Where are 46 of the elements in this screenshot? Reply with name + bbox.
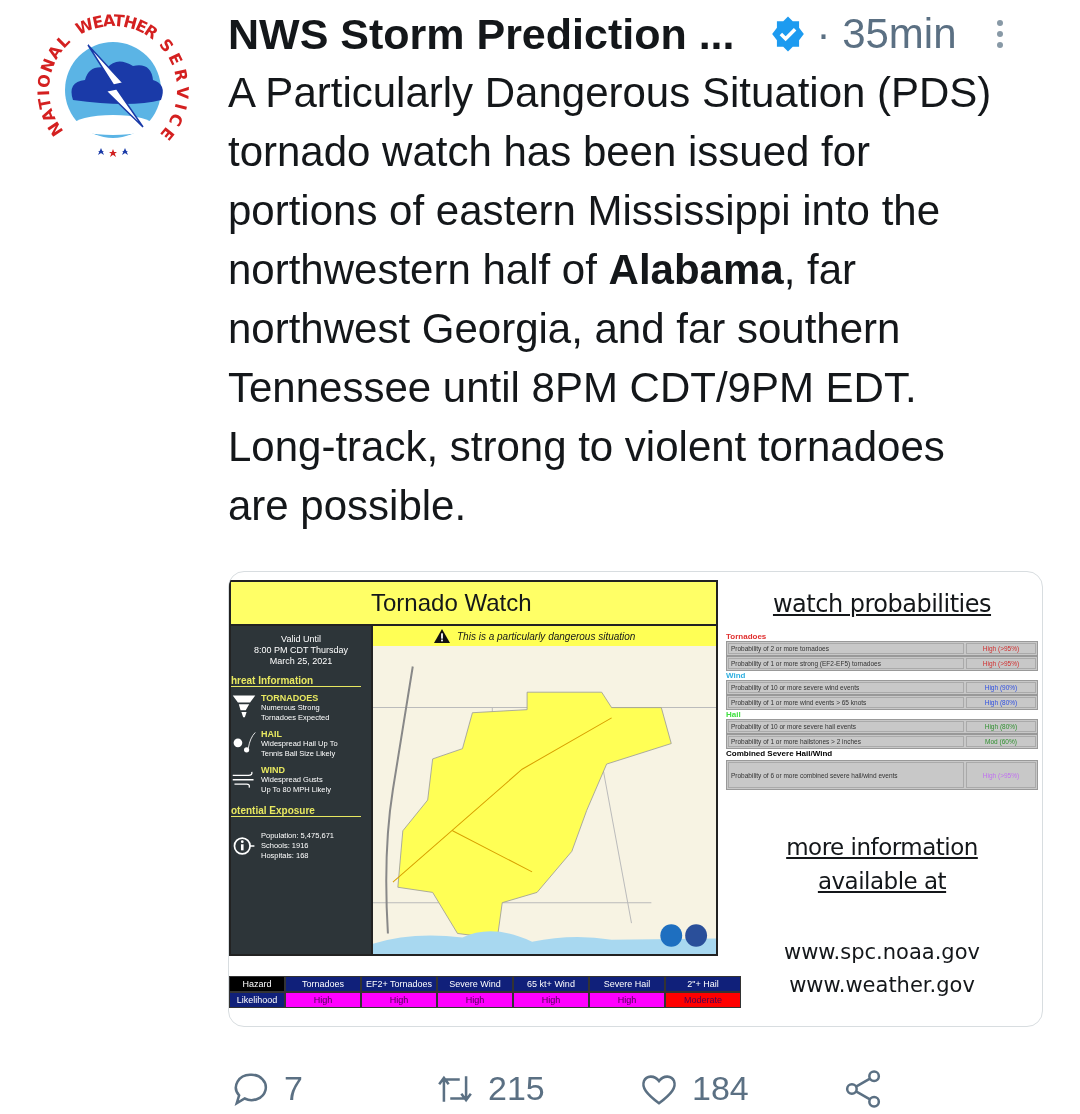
logo-text: WEATHER	[72, 10, 163, 44]
table-cell: High	[361, 992, 437, 1008]
url-text: www.spc.noaa.gov	[784, 939, 980, 966]
table-header: Hazard	[229, 976, 285, 992]
group-label: Wind	[726, 671, 746, 680]
group-label: Hail	[726, 710, 741, 719]
table-header: Severe Hail	[589, 976, 665, 992]
url-text: www.weather.gov	[789, 972, 975, 999]
table-cell: Moderate	[665, 992, 741, 1008]
info-text: more information	[786, 833, 978, 862]
action-count: 184	[692, 1069, 749, 1108]
table-cell: High	[589, 992, 665, 1008]
table-header: EF2+ Tornadoes	[361, 976, 437, 992]
more-options-icon[interactable]	[994, 19, 1005, 49]
watch-title: Tornado Watch	[371, 589, 532, 617]
tornado-icon	[231, 693, 257, 719]
section-heading: hreat Information	[231, 675, 361, 687]
tweet-text: A Particularly Dangerous Situation (PDS) tornado watch has been issued for portions of eastern Mississippi into the northwestern half of Alabama, far northwest Georgia, and far southern Tennessee until 8PM CDT/9PM EDT. Long-track, strong to violent tornadoes are possible.	[228, 68, 993, 531]
group-label: Combined Severe Hail/Wind	[726, 749, 833, 758]
table-cell: High	[285, 992, 361, 1008]
table-cell: High	[513, 992, 589, 1008]
warning-icon	[433, 628, 451, 644]
section-heading: otential Exposure	[231, 805, 361, 817]
action-count: 215	[488, 1069, 545, 1108]
valid-until-text: March 25, 2021	[269, 656, 333, 667]
group-label: Tornadoes	[726, 632, 767, 641]
share-icon[interactable]	[844, 1069, 882, 1108]
table-header: 65 kt+ Wind	[513, 976, 589, 992]
tweet-time: · 35min	[816, 10, 957, 58]
action-count: 7	[284, 1069, 303, 1108]
author-name[interactable]: NWS Storm Prediction ...	[228, 9, 735, 59]
table-header: Tornadoes	[285, 976, 361, 992]
valid-until-text: Valid Until	[281, 634, 321, 645]
threat-name: WIND	[261, 765, 286, 775]
table-header: Severe Wind	[437, 976, 513, 992]
hail-icon	[231, 729, 257, 755]
valid-until-text: 8:00 PM CDT Thursday	[253, 645, 349, 656]
info-text: available at	[817, 867, 947, 896]
banner-text: This is a particularly dangerous situation	[457, 630, 636, 642]
threat-name: HAIL	[261, 729, 283, 739]
table-header: 2"+ Hail	[665, 976, 741, 992]
table-header: Likelihood	[229, 992, 285, 1008]
probabilities-heading: watch probabilities	[772, 590, 992, 618]
threat-name: TORNADOES	[261, 693, 320, 703]
table-cell: High	[437, 992, 513, 1008]
graphic-card[interactable]	[228, 571, 1043, 1027]
